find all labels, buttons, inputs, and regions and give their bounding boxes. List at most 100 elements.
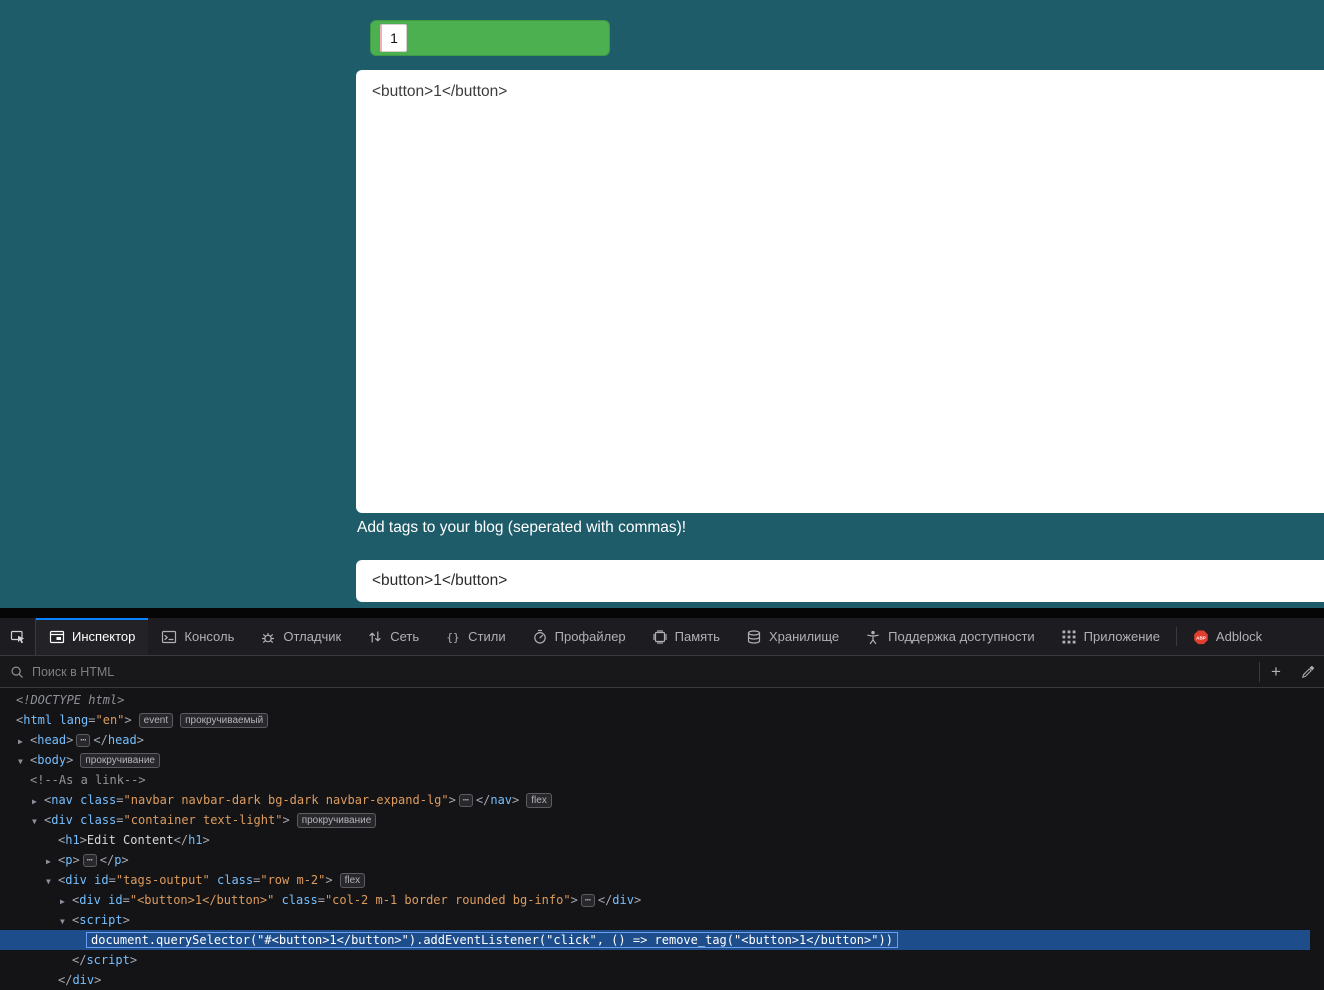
seg-punct: = [108,873,116,887]
seg-punct: </ [93,733,108,747]
seg-comment: <!--As a link--> [30,773,146,787]
devtools-tab-label: Отладчик [283,629,342,644]
twisty-closed-icon[interactable]: ▶ [30,792,44,812]
devtools-tab-accessibility[interactable]: Поддержка доступности [852,618,1048,655]
markup-row-p-element[interactable]: ▶ <p> ⋯ </p> [0,850,1324,870]
markup-row-tags-output-close[interactable]: </div> [0,970,1324,990]
seg-tag: script [86,953,130,967]
markup-row-doctype[interactable]: <!DOCTYPE html> [0,690,1324,710]
seg-punct: > [282,813,290,827]
devtools-tab-application[interactable]: Приложение [1048,618,1173,655]
devtools-tab-label: Стили [468,629,506,644]
devtools-panel: Инспектор Консоль Отладчик Сеть {} Стили Профа… [0,618,1324,990]
seg-value: "tags-output" [115,873,210,887]
collapsed-ellipsis[interactable]: ⋯ [76,734,91,747]
seg-punct: = [88,713,96,727]
seg-punct: = [122,893,130,907]
node-picker-button[interactable] [0,618,36,655]
seg-tag: div [51,813,73,827]
markup-row-html-element[interactable]: <html lang="en"> event прокручиваемый [0,710,1324,730]
seg-punct: > [570,893,578,907]
badge-flex[interactable]: flex [339,872,366,888]
twisty-open-icon[interactable]: ▼ [30,812,44,832]
badge-flex[interactable]: flex [526,792,552,808]
markup-row-nav-element[interactable]: ▶ <nav class="navbar navbar-dark bg-dark … [0,790,1324,810]
seg-attr: class [274,893,318,907]
profiler-icon [532,629,548,645]
devtools-tab-profiler[interactable]: Профайлер [519,618,639,655]
twisty-closed-icon[interactable]: ▶ [16,732,30,752]
seg-doctype: <!DOCTYPE html> [16,693,125,707]
seg-value: "en" [95,713,125,727]
search-input[interactable] [32,664,1259,679]
seg-punct: = [317,893,325,907]
devtools-splitter[interactable] [0,608,1324,618]
devtools-tab-label: Adblock [1215,629,1263,644]
devtools-tab-inspector[interactable]: Инспектор [36,618,149,655]
seg-punct: > [136,733,144,747]
twisty-open-icon[interactable]: ▼ [44,872,58,892]
blog-content-textarea[interactable]: <button>1</button> [356,70,1324,513]
devtools-tab-styles[interactable]: {} Стили [432,618,518,655]
seg-attr: class [72,813,117,827]
markup-row-comment-node[interactable]: <!--As a link--> [0,770,1324,790]
seg-punct: > [66,733,74,747]
twisty-open-icon[interactable]: ▼ [16,752,30,772]
devtools-tab-storage[interactable]: Хранилище [733,618,852,655]
collapsed-ellipsis[interactable]: ⋯ [580,894,595,907]
markup-row-container-div[interactable]: ▼ <div class="container text-light"> прокр… [0,810,1324,830]
eyedropper-icon [1300,664,1316,680]
seg-tag: div [72,973,95,987]
console-icon [161,629,177,645]
markup-row-tags-output-div[interactable]: ▼ <div id="tags-output" class="row m-2"> f… [0,870,1324,890]
seg-attr: id [86,873,109,887]
devtools-tab-debugger[interactable]: Отладчик [247,618,354,655]
seg-tag: body [37,753,67,767]
markup-row-head-element[interactable]: ▶ <head> ⋯ </head> [0,730,1324,750]
styles-icon: {} [445,629,461,645]
markup-row-tag-div[interactable]: ▶ <div id="<button>1</button>" class="col… [0,890,1324,910]
collapsed-ellipsis[interactable]: ⋯ [458,794,473,807]
seg-tag: h1 [188,833,203,847]
devtools-tab-memory[interactable]: Память [639,618,733,655]
twisty-closed-icon[interactable]: ▶ [44,852,58,872]
seg-tag: div [79,893,101,907]
devtools-tab-console[interactable]: Консоль [148,618,247,655]
markup-row-script-text[interactable]: document.querySelector("#<button>1</butt… [0,930,1310,950]
devtools-tabs: Инспектор Консоль Отладчик Сеть {} Стили Профа… [36,618,1324,655]
seg-punct: = [116,793,124,807]
tag-remove-button[interactable]: 1 [380,24,407,52]
seg-punct: > [66,753,74,767]
badge-прокручивание[interactable]: прокручивание [80,752,160,768]
svg-text:ABP: ABP [1196,635,1206,640]
badge-прокручиваемый[interactable]: прокручиваемый [180,712,269,728]
devtools-search-bar: + [0,656,1324,688]
markup-row-h1-element[interactable]: <h1>Edit Content</h1> [0,830,1324,850]
network-icon [367,629,383,645]
devtools-tab-label: Поддержка доступности [888,629,1035,644]
tags-input[interactable] [356,560,1324,602]
eyedropper-button[interactable] [1292,656,1324,687]
new-node-button[interactable]: + [1260,656,1292,687]
memory-icon [652,629,668,645]
seg-punct: > [94,973,102,987]
markup-row-script-close[interactable]: </script> [0,950,1324,970]
seg-tag: head [107,733,137,747]
devtools-tab-abp[interactable]: ABP Adblock [1180,618,1275,655]
seg-punct: </ [597,893,613,907]
seg-attr: class [209,873,254,887]
seg-punct: </ [475,793,491,807]
seg-tag: nav [51,793,73,807]
devtools-tab-network[interactable]: Сеть [354,618,432,655]
seg-punct: > [448,793,456,807]
markup-row-body-element[interactable]: ▼ <body> прокручивание [0,750,1324,770]
badge-event[interactable]: event [138,712,174,728]
inspector-icon [49,629,65,645]
twisty-closed-icon[interactable]: ▶ [58,892,72,912]
collapsed-ellipsis[interactable]: ⋯ [82,854,97,867]
seg-punct: </ [99,853,115,867]
markup-row-script-element[interactable]: ▼ <script> [0,910,1324,930]
badge-прокручивание[interactable]: прокручивание [296,812,377,828]
seg-punct: </ [72,953,87,967]
twisty-open-icon[interactable]: ▼ [58,912,72,932]
